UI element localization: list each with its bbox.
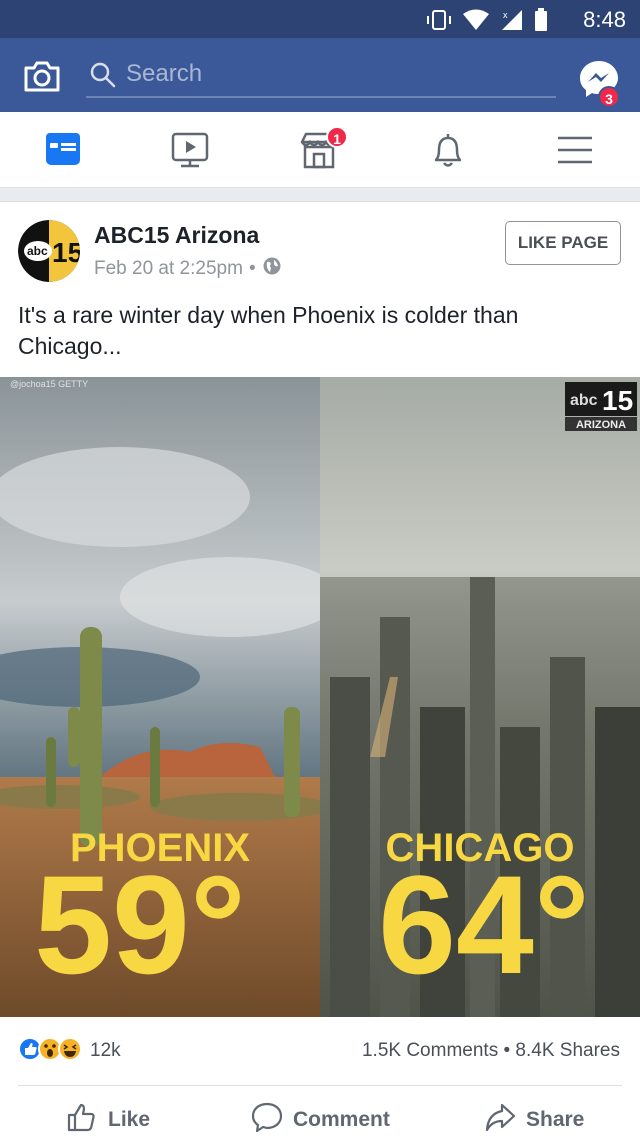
logo-arizona-text: ARIZONA: [576, 419, 626, 431]
news-feed-icon: [40, 133, 88, 174]
image-credit: @jochoa15 GETTY: [10, 379, 88, 389]
camera-icon[interactable]: [22, 56, 62, 96]
comments-count[interactable]: 1.5K Comments: [362, 1040, 498, 1061]
chicago-temperature: 64°: [378, 846, 590, 1003]
like-page-button[interactable]: LIKE PAGE: [505, 221, 621, 265]
avatar-15-logo: 15: [52, 237, 80, 268]
reactions-summary[interactable]: 12k: [18, 1036, 121, 1066]
clock: 8:48: [583, 7, 626, 32]
search-input[interactable]: [126, 56, 546, 92]
vibrate-icon: [426, 9, 452, 31]
wifi-icon: [462, 9, 490, 31]
share-button[interactable]: Share: [484, 1102, 584, 1138]
haha-reaction-icon: [58, 1036, 82, 1066]
marketplace-badge: 1: [326, 126, 348, 148]
video-icon: [167, 132, 217, 174]
hamburger-icon: [554, 136, 598, 174]
reactions-count: 12k: [90, 1040, 121, 1061]
post-timestamp[interactable]: Feb 20 at 2:25pm: [94, 258, 243, 280]
top-bar: 3: [0, 38, 640, 112]
counts-separator: •: [503, 1040, 511, 1061]
shares-count[interactable]: 8.4K Shares: [515, 1040, 620, 1061]
feed-divider: [0, 188, 640, 202]
globe-icon: [262, 256, 282, 282]
like-button[interactable]: Like: [66, 1102, 150, 1138]
bell-icon: [424, 134, 474, 176]
post-card: abc 15 ABC15 Arizona Feb 20 at 2:25pm • …: [0, 202, 640, 1137]
logo-abc-text: abc: [570, 392, 598, 409]
tab-news-feed[interactable]: [40, 130, 90, 170]
tab-watch[interactable]: [167, 130, 217, 170]
status-bar: x 8:48: [0, 0, 640, 38]
logo-number: 15: [602, 385, 633, 416]
page-name[interactable]: ABC15 Arizona: [94, 222, 259, 249]
share-arrow-icon: [484, 1101, 516, 1139]
tab-notifications[interactable]: [424, 130, 474, 170]
marketplace-icon: [296, 132, 346, 176]
thumbs-up-icon: [66, 1101, 98, 1139]
post-image[interactable]: @jochoa15 GETTY PHOENIX 59° abc 15 ARIZO…: [0, 377, 640, 1017]
post-meta: Feb 20 at 2:25pm •: [94, 256, 282, 282]
post-text: It's a rare winter day when Phoenix is c…: [18, 302, 519, 359]
svg-text:x: x: [503, 10, 508, 20]
like-label: Like: [108, 1108, 151, 1131]
meta-separator: •: [248, 258, 256, 279]
signal-icon: x: [500, 9, 524, 31]
comment-label: Comment: [293, 1108, 390, 1131]
avatar[interactable]: abc 15: [18, 220, 80, 282]
tab-bar: 1: [0, 112, 640, 188]
comment-icon: [251, 1101, 283, 1139]
phoenix-temperature: 59°: [34, 846, 246, 1003]
battery-icon: [534, 8, 548, 32]
search-icon: [90, 62, 116, 93]
search-box[interactable]: [86, 52, 556, 98]
messenger-badge: 3: [598, 86, 620, 108]
actions-divider: [18, 1085, 622, 1086]
share-label: Share: [526, 1108, 585, 1131]
comment-button[interactable]: Comment: [251, 1102, 390, 1138]
avatar-abc-logo: abc: [27, 244, 48, 258]
engagement-counts: 1.5K Comments • 8.4K Shares: [362, 1040, 620, 1062]
tab-menu[interactable]: [554, 130, 604, 170]
